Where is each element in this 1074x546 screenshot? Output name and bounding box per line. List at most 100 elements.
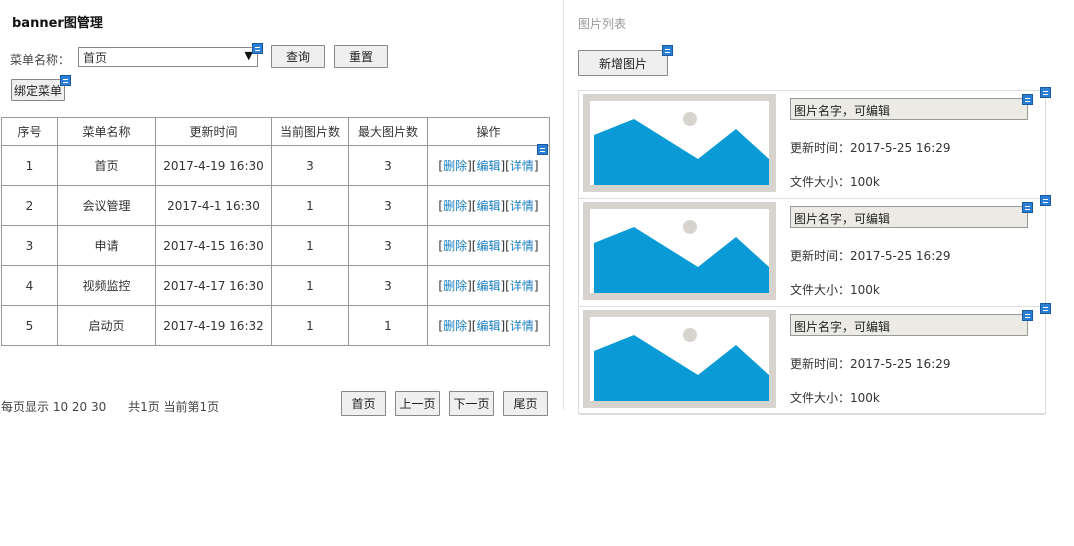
page-status: 共1页 当前第1页 (128, 400, 220, 414)
bracket: ][ (500, 319, 510, 333)
menu-select-value: 首页 (83, 51, 108, 65)
image-name-field[interactable]: 图片名字，可编辑 (790, 206, 1028, 228)
detail-link[interactable]: 详情 (510, 279, 534, 293)
delete-link[interactable]: 删除 (443, 159, 467, 173)
delete-link[interactable]: 删除 (443, 199, 467, 213)
table-cell-idx: 2 (1, 185, 58, 226)
image-placeholder-icon[interactable] (583, 202, 776, 300)
edit-icon[interactable] (1022, 310, 1033, 321)
table-cell-name: 申请 (57, 225, 156, 266)
edit-icon[interactable] (1040, 303, 1051, 314)
table-cell-current: 1 (271, 185, 349, 226)
first-page-button[interactable]: 首页 (341, 391, 386, 416)
delete-link[interactable]: 删除 (443, 319, 467, 333)
edit-link[interactable]: 编辑 (476, 319, 500, 333)
page-size-label[interactable]: 每页显示 10 20 30 (1, 400, 106, 414)
reset-button[interactable]: 重置 (334, 45, 388, 68)
column-header: 菜单名称 (57, 117, 156, 146)
table-cell-max: 3 (348, 185, 428, 226)
table-cell-name: 启动页 (57, 305, 156, 346)
table-cell-time: 2017-4-17 16:30 (155, 265, 272, 306)
image-name-field[interactable]: 图片名字，可编辑 (790, 314, 1028, 336)
menu-select[interactable]: 首页 ▼ (78, 47, 258, 67)
table-cell-actions: [删除][编辑][详情] (427, 185, 550, 226)
edit-icon[interactable] (1022, 94, 1033, 105)
table-cell-name: 首页 (57, 145, 156, 186)
bracket: ][ (500, 239, 510, 253)
edit-icon[interactable] (1040, 195, 1051, 206)
table-cell-max: 3 (348, 145, 428, 186)
next-page-button[interactable]: 下一页 (449, 391, 494, 416)
table-cell-idx: 3 (1, 225, 58, 266)
bracket: ] (533, 279, 539, 293)
bracket: ] (533, 199, 539, 213)
table-cell-max: 1 (348, 305, 428, 346)
image-name-field[interactable]: 图片名字，可编辑 (790, 98, 1028, 120)
bracket: ] (533, 319, 539, 333)
table-cell-current: 1 (271, 265, 349, 306)
table-cell-name: 会议管理 (57, 185, 156, 226)
delete-link[interactable]: 删除 (443, 279, 467, 293)
table-row: 1 首页 2017-4-19 16:30 3 3 [删除][编辑][详情] (1, 145, 550, 186)
edit-icon[interactable] (1040, 87, 1051, 98)
table-row: 5 启动页 2017-4-19 16:32 1 1 [删除][编辑][详情] (1, 305, 550, 346)
delete-link[interactable]: 删除 (443, 239, 467, 253)
table-cell-time: 2017-4-19 16:32 (155, 305, 272, 346)
query-button[interactable]: 查询 (271, 45, 325, 68)
table-cell-time: 2017-4-15 16:30 (155, 225, 272, 266)
detail-link[interactable]: 详情 (510, 319, 534, 333)
table-cell-idx: 5 (1, 305, 58, 346)
page-size-options[interactable]: 每页显示 10 20 30 共1页 当前第1页 (1, 398, 219, 415)
edit-icon[interactable] (1022, 202, 1033, 213)
table-row: 2 会议管理 2017-4-1 16:30 1 3 [删除][编辑][详情] (1, 185, 550, 226)
table-cell-current: 1 (271, 305, 349, 346)
detail-link[interactable]: 详情 (510, 199, 534, 213)
bind-menu-button[interactable]: 绑定菜单 (11, 79, 65, 101)
edit-icon[interactable] (537, 144, 548, 155)
column-header: 最大图片数 (348, 117, 428, 146)
image-file-size: 文件大小：100k (790, 175, 880, 189)
panel-divider (563, 0, 564, 410)
last-page-button[interactable]: 尾页 (503, 391, 548, 416)
menu-table: 序号 菜单名称 更新时间 当前图片数 最大图片数 操作 1 首页 2017-4-19… (1, 117, 550, 346)
column-header: 当前图片数 (271, 117, 349, 146)
table-header-row: 序号 菜单名称 更新时间 当前图片数 最大图片数 操作 (1, 117, 550, 146)
table-cell-idx: 4 (1, 265, 58, 306)
table-cell-current: 1 (271, 225, 349, 266)
column-header: 操作 (427, 117, 550, 146)
table-cell-max: 3 (348, 225, 428, 266)
edit-icon[interactable] (252, 43, 263, 54)
prev-page-button[interactable]: 上一页 (395, 391, 440, 416)
table-cell-time: 2017-4-19 16:30 (155, 145, 272, 186)
image-update-time: 更新时间：2017-5-25 16:29 (790, 141, 951, 155)
detail-link[interactable]: 详情 (510, 239, 534, 253)
image-placeholder-icon[interactable] (583, 94, 776, 192)
menu-name-label: 菜单名称： (10, 53, 71, 67)
bracket: ] (533, 159, 539, 173)
table-cell-actions: [删除][编辑][详情] (427, 225, 550, 266)
edit-link[interactable]: 编辑 (476, 199, 500, 213)
page-title: banner图管理 (12, 16, 103, 31)
edit-icon[interactable] (60, 75, 71, 86)
edit-link[interactable]: 编辑 (476, 159, 500, 173)
bracket: ][ (500, 159, 510, 173)
table-cell-max: 3 (348, 265, 428, 306)
edit-icon[interactable] (662, 45, 673, 56)
edit-link[interactable]: 编辑 (476, 239, 500, 253)
image-list-item: 图片名字，可编辑 更新时间：2017-5-25 16:29 文件大小：100k (579, 303, 1051, 415)
detail-link[interactable]: 详情 (510, 159, 534, 173)
edit-link[interactable]: 编辑 (476, 279, 500, 293)
image-list: 图片名字，可编辑 更新时间：2017-5-25 16:29 文件大小：100k 图片名… (578, 87, 1051, 415)
bracket: ] (533, 239, 539, 253)
column-header: 更新时间 (155, 117, 272, 146)
table-row: 4 视频监控 2017-4-17 16:30 1 3 [删除][编辑][详情] (1, 265, 550, 306)
image-placeholder-icon[interactable] (583, 310, 776, 408)
table-cell-actions: [删除][编辑][详情] (427, 305, 550, 346)
add-image-button[interactable]: 新增图片 (578, 50, 668, 76)
table-cell-time: 2017-4-1 16:30 (155, 185, 272, 226)
bracket: ][ (500, 279, 510, 293)
table-cell-actions: [删除][编辑][详情] (427, 145, 550, 186)
image-update-time: 更新时间：2017-5-25 16:29 (790, 357, 951, 371)
table-cell-idx: 1 (1, 145, 58, 186)
table-cell-actions: [删除][编辑][详情] (427, 265, 550, 306)
